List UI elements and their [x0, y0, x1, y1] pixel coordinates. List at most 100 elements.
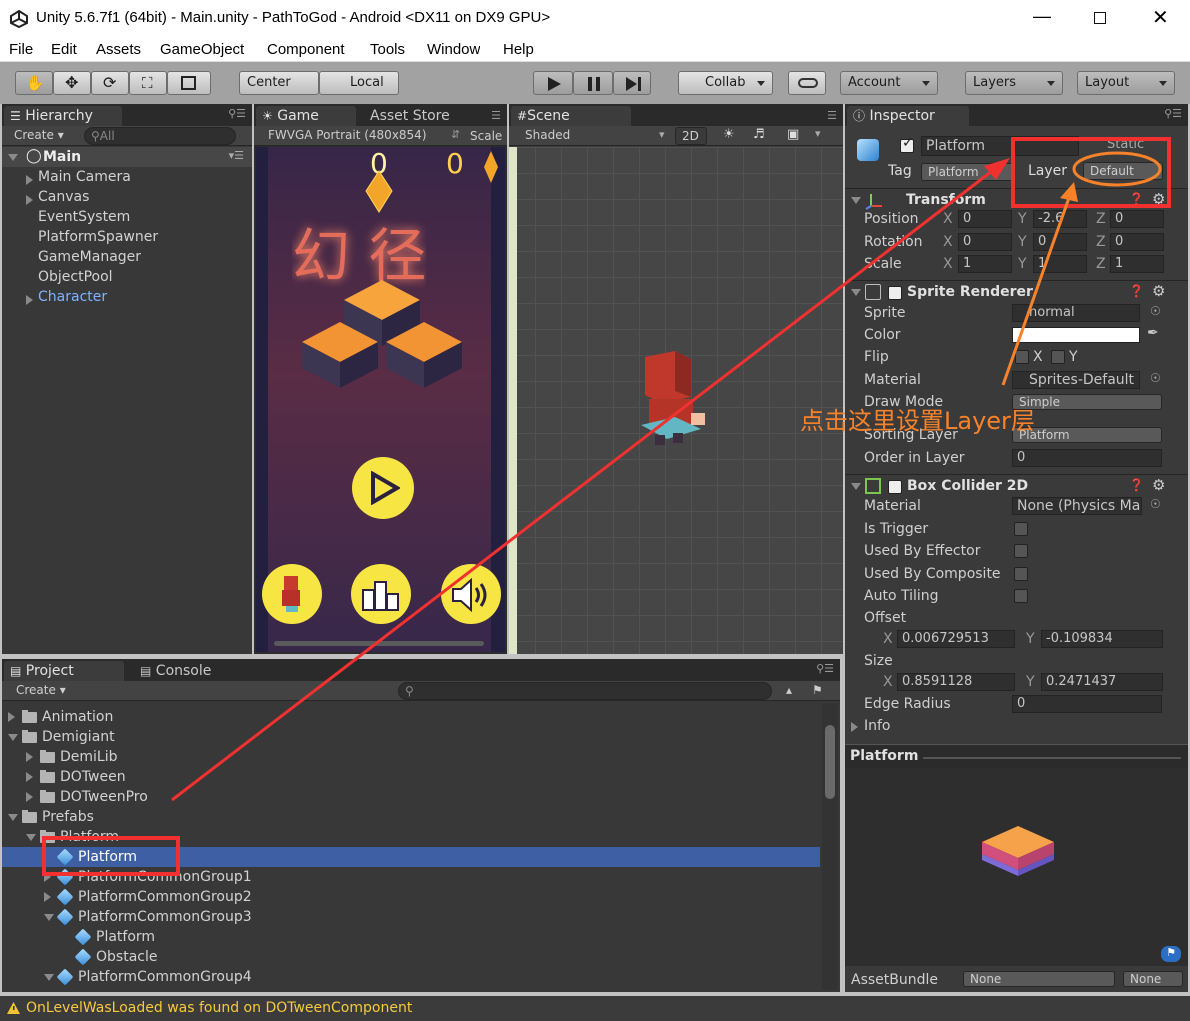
- help-icon[interactable]: ❓: [1129, 284, 1144, 298]
- project-row[interactable]: Platform: [2, 927, 820, 947]
- effects-dropdown-icon[interactable]: ▾: [815, 127, 821, 140]
- light-icon[interactable]: ☀: [723, 127, 735, 142]
- position-y[interactable]: -2.6: [1033, 210, 1087, 228]
- scrollbar-thumb[interactable]: [825, 725, 835, 799]
- menu-tools[interactable]: Tools: [370, 41, 405, 58]
- scrollbar[interactable]: [274, 641, 484, 646]
- sound-button[interactable]: [441, 564, 501, 624]
- box-collider-enabled-checkbox[interactable]: [888, 480, 902, 494]
- status-bar[interactable]: OnLevelWasLoaded was found on DOTweenCom…: [0, 996, 1190, 1021]
- collab-button[interactable]: Collab: [678, 71, 773, 95]
- play-button[interactable]: [533, 71, 573, 95]
- tab-scene[interactable]: #Scene: [511, 106, 631, 126]
- rotation-y[interactable]: 0: [1033, 233, 1087, 251]
- hierarchy-item[interactable]: ObjectPool: [38, 267, 113, 287]
- resolution-dropdown[interactable]: FWVGA Portrait (480x854): [268, 128, 427, 142]
- collapse-arrow-icon[interactable]: [44, 974, 54, 981]
- used-by-composite-checkbox[interactable]: [1014, 567, 1028, 581]
- flip-x-checkbox[interactable]: [1015, 350, 1029, 364]
- tab-game[interactable]: ☀ Game: [256, 106, 356, 126]
- cloud-button[interactable]: [788, 71, 826, 95]
- expand-arrow-icon[interactable]: [26, 295, 33, 305]
- is-trigger-checkbox[interactable]: [1014, 522, 1028, 536]
- audio-icon[interactable]: ♬: [753, 127, 765, 142]
- expand-arrow-icon[interactable]: [851, 722, 858, 732]
- shading-dropdown[interactable]: Shaded: [525, 128, 570, 142]
- character-select-button[interactable]: [262, 564, 322, 624]
- collapse-arrow-icon[interactable]: [851, 197, 861, 204]
- tag-dropdown[interactable]: Platform: [921, 163, 1015, 181]
- project-row[interactable]: PlatformCommonGroup3: [2, 907, 820, 927]
- position-z[interactable]: 0: [1110, 210, 1164, 228]
- play-game-button[interactable]: [352, 457, 414, 519]
- sprite-renderer-header[interactable]: Sprite Renderer ❓ ⚙: [845, 280, 1188, 304]
- sprite-field[interactable]: normal: [1012, 304, 1140, 322]
- object-picker-icon[interactable]: ☉: [1150, 497, 1161, 511]
- expand-arrow-icon[interactable]: [26, 772, 33, 782]
- assetbundle-variant-dropdown[interactable]: None: [1123, 971, 1183, 987]
- sprite-renderer-enabled-checkbox[interactable]: [888, 286, 902, 300]
- edge-radius-input[interactable]: 0: [1012, 695, 1162, 713]
- collapse-arrow-icon[interactable]: [851, 483, 861, 490]
- minimize-icon[interactable]: —: [1033, 6, 1051, 27]
- collider-material-field[interactable]: None (Physics Ma: [1012, 497, 1142, 515]
- menu-gameobject[interactable]: GameObject: [160, 41, 244, 58]
- hierarchy-item[interactable]: PlatformSpawner: [38, 227, 158, 247]
- position-x[interactable]: 0: [958, 210, 1012, 228]
- menu-assets[interactable]: Assets: [96, 41, 141, 58]
- pivot-local-button[interactable]: Local: [319, 71, 399, 95]
- collapse-arrow-icon[interactable]: [851, 289, 861, 296]
- hierarchy-item[interactable]: GameManager: [38, 247, 141, 267]
- menu-component[interactable]: Component: [267, 41, 345, 58]
- collapse-arrow-icon[interactable]: [44, 914, 54, 921]
- box-collider-header[interactable]: Box Collider 2D ❓ ⚙: [845, 474, 1188, 498]
- project-row[interactable]: Animation: [2, 707, 820, 727]
- rotate-tool-button[interactable]: ⟳: [91, 71, 129, 95]
- preview-area[interactable]: ⚑: [845, 768, 1188, 966]
- project-row[interactable]: Prefabs: [2, 807, 820, 827]
- tab-project[interactable]: ▤ Project: [4, 661, 124, 681]
- assetbundle-dropdown[interactable]: None: [963, 971, 1115, 987]
- panel-menu-icon[interactable]: ☰: [827, 109, 837, 122]
- object-picker-icon[interactable]: ☉: [1150, 371, 1161, 385]
- rect-tool-button[interactable]: [167, 71, 211, 95]
- help-icon[interactable]: ❓: [1129, 478, 1144, 492]
- menu-window[interactable]: Window: [427, 41, 480, 58]
- help-icon[interactable]: ❓: [1129, 192, 1144, 206]
- filter-type-icon[interactable]: ▴: [786, 683, 792, 697]
- tag-icon[interactable]: ⚑: [1161, 946, 1181, 962]
- static-toggle[interactable]: Static: [1107, 137, 1144, 152]
- scale-y[interactable]: 1: [1033, 255, 1087, 273]
- preview-header[interactable]: Platform: [845, 744, 1188, 768]
- auto-tiling-checkbox[interactable]: [1014, 589, 1028, 603]
- project-create-button[interactable]: Create ▾: [10, 682, 74, 700]
- menu-file[interactable]: File: [9, 41, 33, 58]
- flip-y-checkbox[interactable]: [1051, 350, 1065, 364]
- hierarchy-create-button[interactable]: Create ▾: [8, 127, 72, 145]
- offset-x-input[interactable]: 0.006729513: [897, 630, 1015, 648]
- gear-icon[interactable]: ⚙: [1152, 282, 1165, 300]
- project-row[interactable]: DemiLib: [2, 747, 820, 767]
- preview-drag-handle[interactable]: [923, 757, 1181, 759]
- maximize-icon[interactable]: [1094, 12, 1106, 24]
- menu-help[interactable]: Help: [503, 41, 534, 58]
- move-tool-button[interactable]: ✥: [53, 71, 91, 95]
- project-row[interactable]: Platform: [2, 847, 820, 867]
- rotation-z[interactable]: 0: [1110, 233, 1164, 251]
- gear-icon[interactable]: ⚙: [1152, 190, 1165, 208]
- hierarchy-search-input[interactable]: ⚲All: [84, 127, 236, 145]
- tab-hierarchy[interactable]: ☰ Hierarchy: [4, 106, 122, 126]
- object-name-input[interactable]: Platform: [921, 136, 1079, 156]
- used-by-effector-checkbox[interactable]: [1014, 544, 1028, 558]
- project-row[interactable]: Obstacle: [2, 947, 820, 967]
- step-button[interactable]: [613, 71, 651, 95]
- gear-icon[interactable]: ⚙: [1152, 476, 1165, 494]
- project-row[interactable]: Platform: [2, 827, 820, 847]
- expand-arrow-icon[interactable]: [44, 872, 51, 882]
- lock-icon[interactable]: ⚲☰: [816, 662, 834, 675]
- hierarchy-item[interactable]: Character: [38, 287, 107, 307]
- rotation-x[interactable]: 0: [958, 233, 1012, 251]
- filter-label-icon[interactable]: ⚑: [812, 683, 823, 697]
- project-row[interactable]: PlatformCommonGroup1: [2, 867, 820, 887]
- tab-asset-store[interactable]: Asset Store: [364, 106, 474, 126]
